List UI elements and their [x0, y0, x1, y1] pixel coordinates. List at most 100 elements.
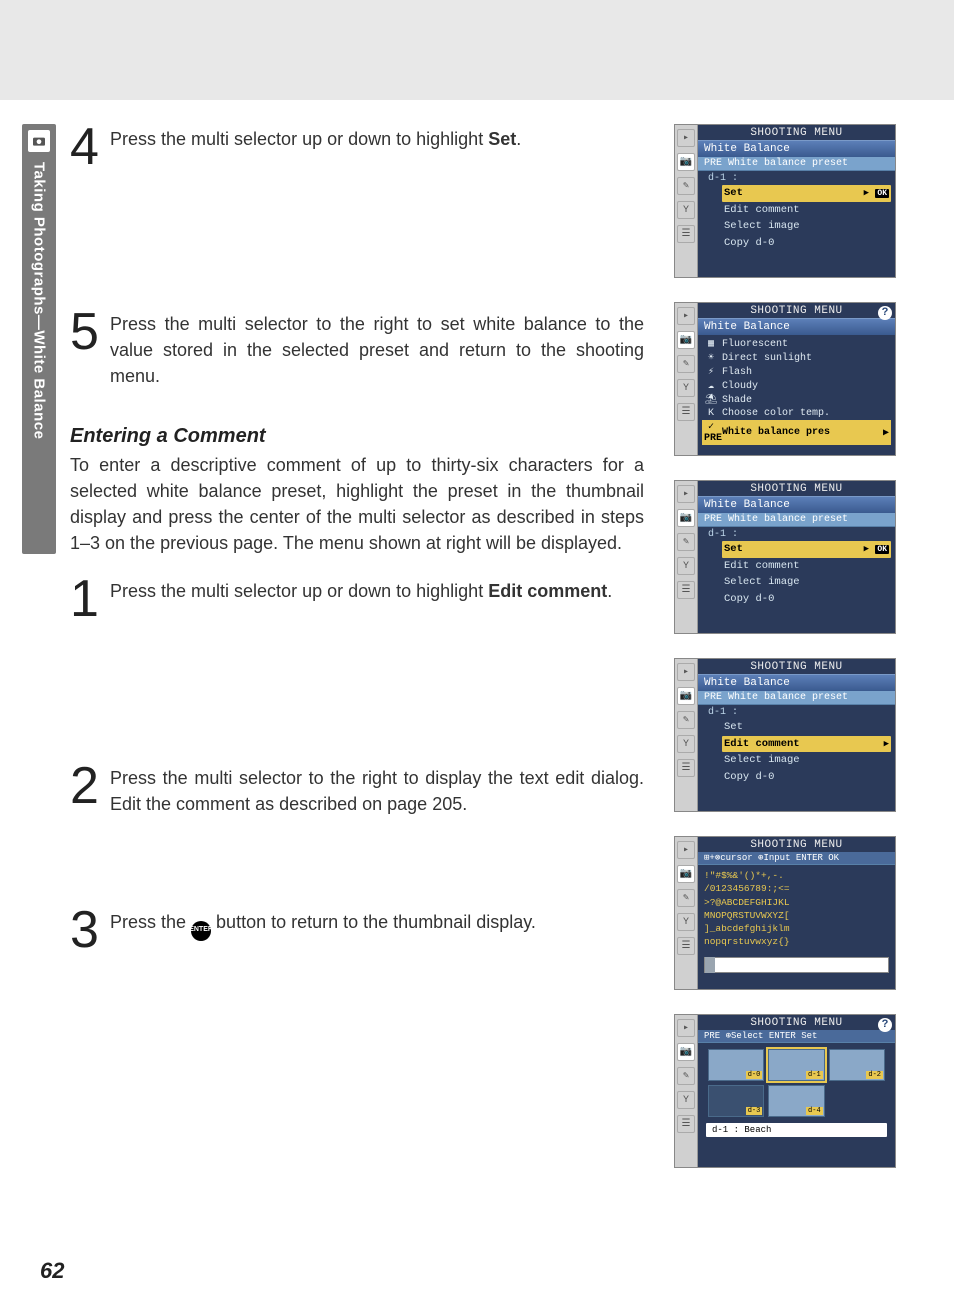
preset-breadcrumb: d-1 : [698, 527, 895, 541]
list-item[interactable]: ⛱Shade [702, 393, 891, 407]
tab-custom-icon: ✎ [677, 355, 695, 373]
preset-thumbnail[interactable]: d-0 [708, 1049, 764, 1081]
camera-screen-edit-comment: ▸ 📷 ✎ Y ☰ SHOOTING MENU White Balance PR… [674, 658, 896, 812]
step-number: 1 [70, 576, 110, 623]
menu-item-select-image[interactable]: Select image [722, 218, 891, 235]
tab-custom-icon: ✎ [677, 533, 695, 551]
thumbnail-hint: PRE ⊕Select ENTER Set [698, 1030, 895, 1043]
menu-item-set[interactable]: Set [722, 719, 891, 736]
thumbnail-caption: d-1 : Beach [706, 1123, 887, 1137]
list-item[interactable]: ⚡Flash [702, 365, 891, 379]
preset-thumbnail-selected[interactable]: d-1 [768, 1049, 824, 1081]
help-icon[interactable]: ? [878, 1018, 892, 1032]
menu-item-copy[interactable]: Copy d-0 [722, 235, 891, 252]
wb-header: White Balance [698, 318, 895, 335]
tab-recent-icon: ☰ [677, 403, 695, 421]
section-side-tab: Taking Photographs—White Balance [22, 124, 56, 554]
tab-setup-icon: Y [677, 913, 695, 931]
step-text: Press the multi selector to the right to… [110, 309, 644, 389]
menu-tabs: ▸ 📷 ✎ Y ☰ [675, 837, 698, 989]
preset-icon: ✓ PRE [704, 421, 718, 444]
list-item[interactable]: ☀Direct sunlight [702, 351, 891, 365]
screen-title: SHOOTING MENU [698, 1015, 895, 1030]
tab-setup-icon: Y [677, 1091, 695, 1109]
tab-setup-icon: Y [677, 557, 695, 575]
fluorescent-icon: ▦ [704, 338, 718, 350]
tab-shooting-icon: 📷 [677, 153, 695, 171]
help-icon[interactable]: ? [878, 306, 892, 320]
menu-tabs: ▸ 📷 ✎ Y ☰ [675, 1015, 698, 1167]
camera-screen-preset-set-repeat: ▸ 📷 ✎ Y ☰ SHOOTING MENU White Balance PR… [674, 480, 896, 634]
preset-thumbnail[interactable]: d-3 [708, 1085, 764, 1117]
preset-breadcrumb: d-1 : [698, 705, 895, 719]
tab-recent-icon: ☰ [677, 225, 695, 243]
text-input-field[interactable] [704, 957, 889, 973]
tab-shooting-icon: 📷 [677, 331, 695, 349]
tab-custom-icon: ✎ [677, 177, 695, 195]
preset-thumbnail[interactable]: d-4 [768, 1085, 824, 1117]
menu-item-edit-comment[interactable]: Edit comment [722, 558, 891, 575]
camera-screen-wb-list: ▸ 📷 ✎ Y ☰ ? SHOOTING MENU White Balance … [674, 302, 896, 456]
page-number: 62 [40, 1258, 64, 1284]
tab-playback-icon: ▸ [677, 663, 695, 681]
tab-recent-icon: ☰ [677, 581, 695, 599]
menu-tabs: ▸ 📷 ✎ Y ☰ [675, 125, 698, 277]
screen-title: SHOOTING MENU [698, 125, 895, 140]
comment-step-1: 1 Press the multi selector up or down to… [70, 576, 644, 623]
menu-item-copy[interactable]: Copy d-0 [722, 591, 891, 608]
menu-item-select-image[interactable]: Select image [722, 752, 891, 769]
screen-title: SHOOTING MENU [698, 303, 895, 318]
character-palette[interactable]: !"#$%&'()*+,-. /0123456789:;<= >?@ABCDEF… [698, 865, 895, 953]
step-5: 5 Press the multi selector to the right … [70, 309, 644, 389]
arrow-right-icon: ▶ [864, 544, 869, 554]
menu-item-edit-comment[interactable]: Edit comment ▶ [722, 736, 891, 753]
step-text: Press the multi selector up or down to h… [110, 576, 612, 623]
flash-icon: ⚡ [704, 366, 718, 378]
tab-shooting-icon: 📷 [677, 509, 695, 527]
tab-setup-icon: Y [677, 735, 695, 753]
tab-shooting-icon: 📷 [677, 687, 695, 705]
menu-item-edit-comment[interactable]: Edit comment [722, 202, 891, 219]
tab-custom-icon: ✎ [677, 1067, 695, 1085]
screen-title: SHOOTING MENU [698, 481, 895, 496]
list-item[interactable]: ▦Fluorescent [702, 337, 891, 351]
preset-subheader: PRE White balance preset [698, 691, 895, 705]
camera-menu-icon [28, 130, 50, 152]
comment-step-2: 2 Press the multi selector to the right … [70, 763, 644, 817]
step-number: 2 [70, 763, 110, 817]
list-item-selected[interactable]: ✓ PREWhite balance pres▶ [702, 420, 891, 445]
tab-playback-icon: ▸ [677, 841, 695, 859]
step-number: 3 [70, 907, 110, 954]
tab-recent-icon: ☰ [677, 937, 695, 955]
tab-recent-icon: ☰ [677, 759, 695, 777]
tab-setup-icon: Y [677, 201, 695, 219]
kelvin-icon: K [704, 408, 718, 419]
cloud-icon: ☁ [704, 380, 718, 392]
menu-item-set[interactable]: Set ▶ OK [722, 185, 891, 202]
step-text: Press the ENTER button to return to the … [110, 907, 536, 954]
menu-tabs: ▸ 📷 ✎ Y ☰ [675, 481, 698, 633]
preset-breadcrumb: d-1 : [698, 171, 895, 185]
shade-icon: ⛱ [704, 394, 718, 406]
screen-title: SHOOTING MENU [698, 659, 895, 674]
step-text: Press the multi selector up or down to h… [110, 124, 521, 171]
enter-button-icon: ENTER [191, 921, 211, 941]
wb-options-list: ▦Fluorescent ☀Direct sunlight ⚡Flash ☁Cl… [698, 335, 895, 447]
menu-item-set[interactable]: Set ▶ OK [722, 541, 891, 558]
arrow-right-icon: ▶ [883, 427, 889, 439]
menu-item-copy[interactable]: Copy d-0 [722, 769, 891, 786]
preset-thumbnail[interactable]: d-2 [829, 1049, 885, 1081]
comment-step-3: 3 Press the ENTER button to return to th… [70, 907, 644, 954]
tab-custom-icon: ✎ [677, 711, 695, 729]
list-item[interactable]: KChoose color temp. [702, 407, 891, 420]
camera-screen-thumbnails: ▸ 📷 ✎ Y ☰ ? SHOOTING MENU PRE ⊕Select EN… [674, 1014, 896, 1168]
step-4: 4 Press the multi selector up or down to… [70, 124, 644, 171]
step-number: 5 [70, 309, 110, 389]
arrow-right-icon: ▶ [884, 738, 889, 751]
section-tab-label: Taking Photographs—White Balance [31, 162, 48, 439]
list-item[interactable]: ☁Cloudy [702, 379, 891, 393]
wb-header: White Balance [698, 674, 895, 691]
editor-hint: ⊞+⊗cursor ⊕Input ENTER OK [698, 852, 895, 865]
preset-subheader: PRE White balance preset [698, 157, 895, 171]
menu-item-select-image[interactable]: Select image [722, 574, 891, 591]
